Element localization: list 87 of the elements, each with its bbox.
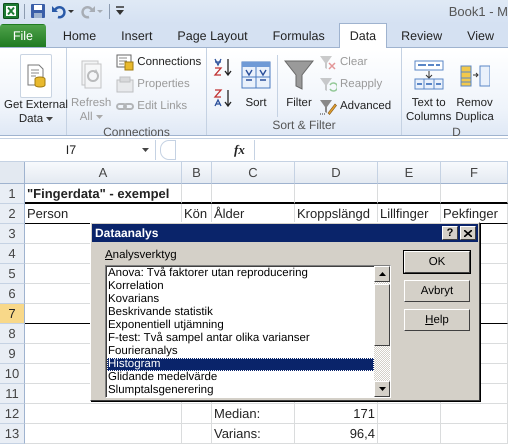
connections-icon (116, 54, 134, 70)
ribbon-tab[interactable]: Home (52, 24, 108, 47)
list-item[interactable]: Kovarians (107, 293, 374, 306)
column-header[interactable]: C (212, 162, 295, 184)
column-header[interactable]: F (441, 162, 508, 184)
up-arrow-icon (378, 272, 386, 276)
list-item[interactable]: Fourieranalys (107, 345, 374, 358)
scroll-down-button[interactable] (374, 381, 390, 397)
caret-icon (142, 148, 149, 152)
list-item[interactable]: Exponentiell utjämning (107, 319, 374, 332)
table-cell: Median: (212, 404, 295, 424)
table-cell: 171 (295, 404, 378, 424)
properties-icon (116, 76, 134, 92)
ribbon-button[interactable]: Connections (114, 52, 204, 72)
sort-dialog-icon (241, 61, 271, 89)
column-header[interactable]: A (25, 162, 182, 184)
ribbon-tab[interactable]: Data (338, 23, 388, 48)
undo-icon (51, 3, 75, 19)
insert-function-button[interactable]: fx (231, 142, 248, 158)
group-label: D (452, 125, 461, 139)
row-header[interactable]: 5 (0, 264, 25, 284)
list-item[interactable]: Anova: Två faktorer utan reproducering (107, 267, 374, 280)
ribbon-button[interactable]: Filter (283, 51, 315, 111)
caret-icon (96, 115, 103, 119)
ribbon-tab[interactable]: Insert (110, 24, 164, 47)
list-label: Analysverktyg (105, 248, 177, 260)
list-item[interactable]: Slumptalsgenerering (107, 384, 374, 397)
column-header[interactable]: E (378, 162, 441, 184)
down-arrow-icon (378, 387, 386, 391)
scroll-up-button[interactable] (374, 266, 390, 282)
ribbon-button[interactable]: Advanced (317, 96, 394, 116)
row-header[interactable]: 10 (0, 364, 25, 384)
column-header[interactable]: D (295, 162, 378, 184)
ribbon-button[interactable]: Text to Columns (405, 51, 452, 125)
ribbon-button[interactable]: Get External Data (3, 51, 69, 127)
scroll-thumb[interactable] (374, 284, 390, 346)
column-header[interactable]: B (182, 162, 212, 184)
formula-bar-handle[interactable] (160, 140, 176, 160)
database-document-icon (24, 64, 47, 88)
file-tab[interactable]: File (0, 24, 46, 47)
ribbon-button[interactable]: Remov Duplica (454, 51, 495, 125)
row-header[interactable]: 12 (0, 404, 25, 424)
caret-icon (46, 117, 54, 121)
list-item[interactable]: Glidande medelvärde (107, 371, 374, 384)
text-to-columns-icon (414, 60, 444, 90)
row-header[interactable]: 2 (0, 204, 25, 224)
ribbon-tab[interactable]: Review (390, 24, 454, 47)
table-cell: "Fingerdata" - exempel (25, 184, 182, 204)
dialog-button[interactable]: Help (404, 309, 470, 331)
close-icon (464, 230, 472, 236)
ribbon-button[interactable]: Sort (240, 51, 272, 111)
funnel-icon (284, 59, 314, 91)
dialog-button[interactable]: Avbryt (404, 280, 470, 302)
table-cell: Varians: (212, 424, 295, 444)
ribbon-tab[interactable]: Page Layout (166, 24, 259, 47)
dialog-title-bar: Dataanalys ? (92, 224, 478, 242)
row-header[interactable]: 9 (0, 344, 25, 364)
group-label: Sort & Filter (272, 118, 336, 132)
row-header[interactable]: 6 (0, 284, 25, 304)
list-item[interactable]: Korrelation (107, 280, 374, 293)
list-item[interactable]: F-test: Två sampel antar olika varianser (107, 332, 374, 345)
name-box[interactable]: I7 (0, 140, 156, 160)
row-header[interactable]: 3 (0, 224, 25, 244)
scrollbar[interactable] (374, 266, 390, 397)
excel-logo-icon (3, 3, 19, 19)
row-header[interactable]: 4 (0, 244, 25, 264)
save-icon (30, 3, 46, 19)
dialog-button[interactable]: OK (404, 251, 470, 273)
row-header[interactable]: 7 (0, 304, 25, 324)
advanced-filter-icon (319, 98, 337, 114)
window-title: Book1 - M (448, 4, 508, 19)
clear-filter-icon (319, 54, 337, 70)
ribbon-tab[interactable]: View (456, 24, 505, 47)
reapply-filter-icon (319, 76, 337, 92)
close-button[interactable] (460, 226, 476, 240)
ribbon-tab[interactable]: Formulas (262, 24, 336, 47)
tool-list[interactable] (105, 265, 391, 398)
list-item[interactable]: Histogram (107, 358, 374, 371)
row-header[interactable]: 13 (0, 424, 25, 444)
row-header[interactable]: 11 (0, 384, 25, 404)
help-button[interactable]: ? (442, 226, 458, 240)
redo-icon (80, 3, 104, 19)
table-cell: 96,4 (295, 424, 378, 444)
list-item[interactable]: Beskrivande statistik (107, 306, 374, 319)
group-label: Connections (103, 125, 170, 139)
row-header[interactable]: 1 (0, 184, 25, 204)
row-header[interactable]: 8 (0, 324, 25, 344)
